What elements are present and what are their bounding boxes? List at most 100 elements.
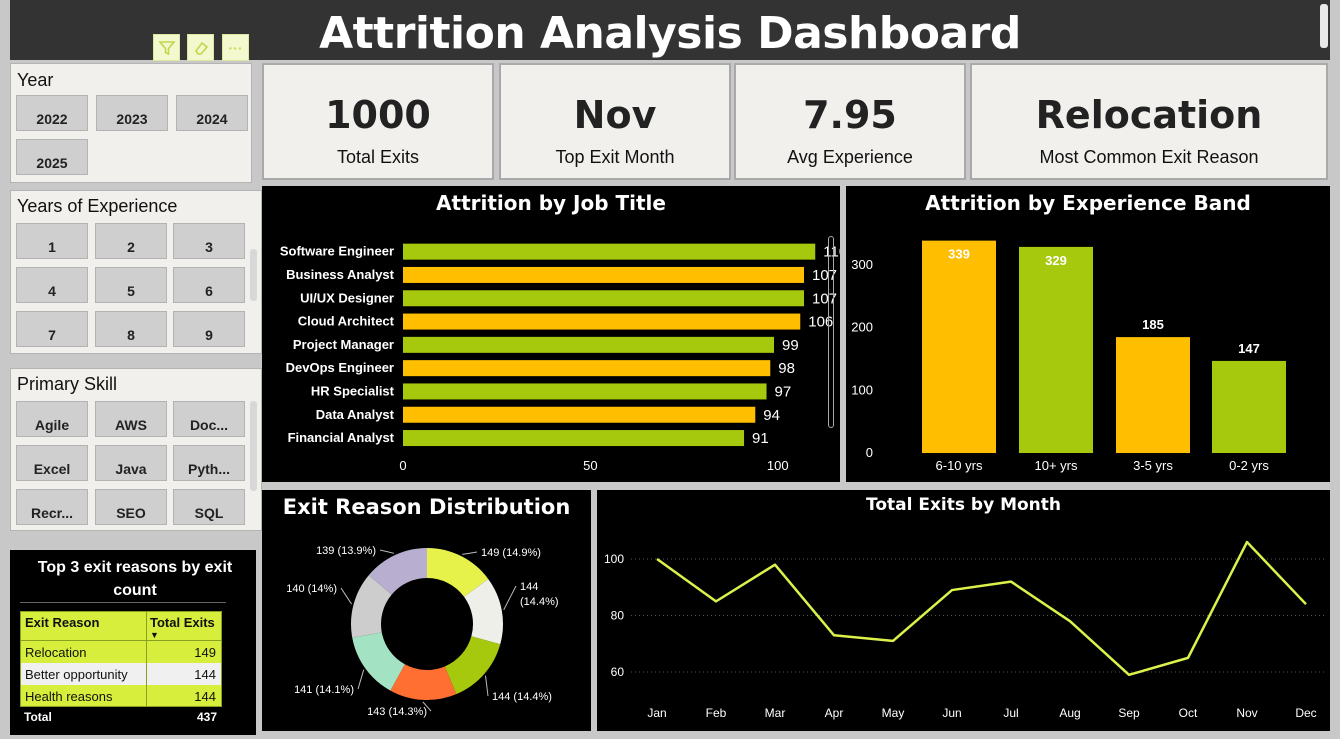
table-cell-reason: Better opportunity [25, 667, 128, 682]
band-data-label: 147 [1238, 341, 1260, 356]
donut-data-label: (14.4%) [520, 596, 559, 608]
job-title-bar[interactable] [403, 313, 801, 330]
table-total-row: Total 437 [20, 707, 222, 729]
job-title-bar[interactable] [403, 336, 775, 353]
line-x-tick: Nov [1236, 706, 1257, 720]
skill-chip-seo[interactable]: SEO [95, 489, 167, 525]
year-slicer-title: Year [17, 70, 54, 90]
skill-chip-doc[interactable]: Doc... [173, 401, 245, 437]
table-cell-separator [146, 641, 147, 663]
job-title-scrollbar[interactable] [828, 236, 834, 428]
table-header-exits[interactable]: Total Exits [150, 615, 215, 630]
skill-chip-sql[interactable]: SQL [173, 489, 245, 525]
job-title-bar[interactable] [403, 360, 771, 377]
sort-desc-icon[interactable]: ▼ [150, 630, 159, 640]
band-x-tick: 6-10 yrs [936, 458, 983, 473]
table-cell-exits: 149 [194, 645, 216, 660]
job-title-bar[interactable] [403, 266, 805, 283]
skill-chip-java[interactable]: Java [95, 445, 167, 481]
filter-icon[interactable] [153, 34, 180, 61]
job-title-bar[interactable] [403, 290, 805, 307]
band-data-label: 339 [948, 247, 970, 262]
line-x-tick: Apr [825, 706, 844, 720]
table-row: Health reasons 144 [20, 685, 222, 707]
kpi-top-exit-month: Nov Top Exit Month [499, 63, 731, 180]
kpi-value: 1000 [325, 93, 431, 137]
experience-chip-2[interactable]: 2 [95, 223, 167, 259]
table-header-reason[interactable]: Exit Reason [25, 615, 99, 630]
skill-chip-excel[interactable]: Excel [16, 445, 88, 481]
donut-data-label: 143 (14.3%) [367, 706, 427, 718]
band-bar[interactable] [1212, 360, 1286, 453]
kpi-label: Total Exits [336, 147, 420, 167]
experience-chip-9[interactable]: 9 [173, 311, 245, 347]
job-title-bar[interactable] [403, 383, 767, 400]
job-title-x-tick: 100 [767, 458, 789, 473]
header-scrollbar[interactable] [1320, 4, 1328, 48]
job-title-tick-label: Project Manager [293, 337, 394, 352]
monthly-exits-chart-panel: Total Exits by Month 60 80 100 Jan Feb Mar Apr… [597, 490, 1330, 731]
experience-chip-4[interactable]: 4 [16, 267, 88, 303]
experience-chip-1[interactable]: 1 [16, 223, 88, 259]
table-total-value: 437 [196, 710, 217, 724]
skill-slicer-title: Primary Skill [17, 374, 118, 394]
line-x-tick: Jan [647, 706, 666, 720]
band-y-tick: 100 [851, 382, 873, 397]
year-chip-2025[interactable]: 2025 [16, 139, 88, 175]
job-title-x-tick: 0 [399, 458, 406, 473]
donut-slice[interactable] [444, 636, 501, 695]
table-divider [20, 602, 226, 603]
band-x-tick: 3-5 yrs [1133, 458, 1173, 473]
table-total-label: Total [24, 710, 52, 724]
job-title-bar[interactable] [403, 406, 756, 423]
year-chip-2022[interactable]: 2022 [16, 95, 88, 131]
year-chip-2024[interactable]: 2024 [176, 95, 248, 131]
more-icon[interactable]: ··· [222, 34, 249, 61]
donut-data-label: 139 (13.9%) [316, 545, 376, 557]
table-row: Better opportunity 144 [20, 663, 222, 685]
job-title-tick-label: Software Engineer [280, 244, 394, 259]
band-data-label: 329 [1045, 253, 1067, 268]
skill-scrollbar[interactable] [250, 401, 257, 491]
line-x-tick: Feb [706, 706, 727, 720]
experience-chip-3[interactable]: 3 [173, 223, 245, 259]
table-header-row: Exit Reason Total Exits ▼ [20, 611, 222, 641]
band-bar[interactable] [922, 240, 996, 453]
kpi-value: Nov [573, 93, 657, 137]
job-title-bar[interactable] [403, 430, 745, 447]
experience-chip-7[interactable]: 7 [16, 311, 88, 347]
skill-chip-agile[interactable]: Agile [16, 401, 88, 437]
experience-chip-5[interactable]: 5 [95, 267, 167, 303]
experience-band-chart-panel: Attrition by Experience Band 0 100 200 300 3… [846, 186, 1330, 482]
line-x-tick: Aug [1059, 706, 1080, 720]
job-title-tick-label: UI/UX Designer [300, 290, 394, 305]
job-title-tick-label: HR Specialist [311, 383, 395, 398]
donut-leader-line [503, 585, 517, 611]
experience-chip-8[interactable]: 8 [95, 311, 167, 347]
line-series[interactable] [656, 540, 1307, 677]
job-title-tick-label: Cloud Architect [298, 314, 395, 329]
job-title-data-label: 97 [775, 383, 792, 400]
band-bar[interactable] [1116, 337, 1190, 453]
year-chip-2023[interactable]: 2023 [96, 95, 168, 131]
donut-leader-line [462, 551, 478, 555]
band-y-tick: 0 [866, 445, 873, 460]
skill-chip-python[interactable]: Pyth... [173, 445, 245, 481]
experience-scrollbar[interactable] [250, 249, 257, 301]
line-x-tick: May [882, 706, 905, 720]
job-title-data-label: 98 [778, 360, 795, 377]
job-title-tick-label: Data Analyst [316, 407, 395, 422]
donut-leader-line [357, 669, 365, 690]
kpi-value: Relocation [1035, 93, 1263, 137]
table-header-separator [146, 612, 147, 640]
job-title-bar[interactable] [403, 243, 816, 260]
skill-chip-recruiting[interactable]: Recr... [16, 489, 88, 525]
experience-chip-6[interactable]: 6 [173, 267, 245, 303]
exit-reason-donut: 149 (14.9%) 144 (14.4%) 144 (14.4%) 143 (14.… [286, 545, 559, 718]
band-bar[interactable] [1019, 246, 1093, 453]
skill-chip-aws[interactable]: AWS [95, 401, 167, 437]
line-x-tick: Sep [1118, 706, 1140, 720]
exit-reason-chart-panel: Exit Reason Distribution 149 (14.9%) 144(… [262, 490, 591, 731]
eraser-icon[interactable] [187, 34, 214, 61]
line-y-tick: 80 [611, 609, 625, 623]
